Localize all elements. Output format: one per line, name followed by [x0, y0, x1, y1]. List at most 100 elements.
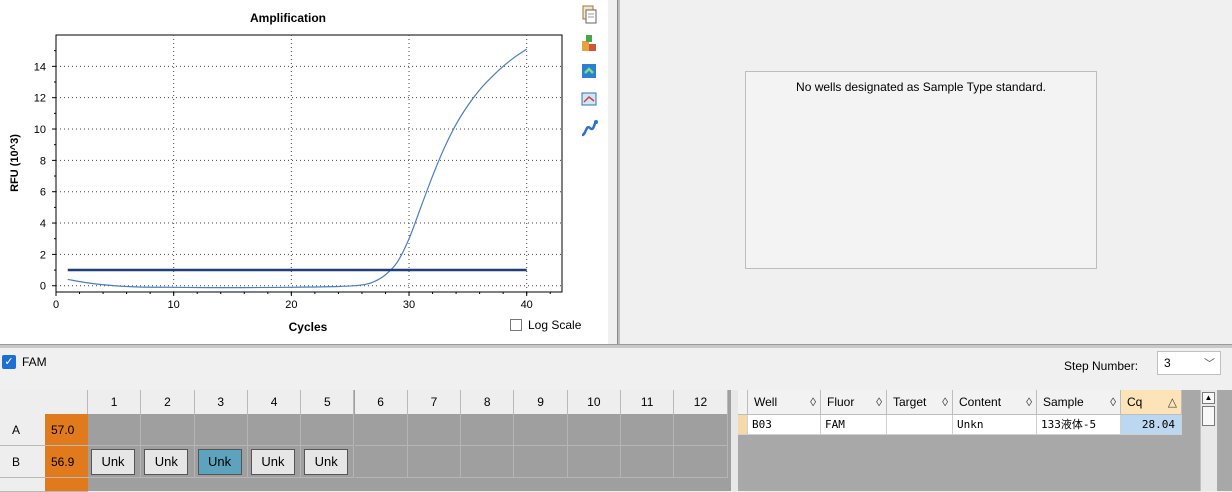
copy-icon[interactable] [578, 4, 600, 26]
column-header-target[interactable]: Target ◊ [887, 390, 953, 415]
plate-row-header[interactable]: A [0, 414, 45, 446]
plate-well-cell[interactable] [621, 414, 675, 446]
well-b4[interactable]: Unk [250, 449, 295, 475]
plate-column-header[interactable]: 7 [407, 390, 462, 414]
column-header-label: Cq [1127, 395, 1143, 409]
y-axis-label: RFU (10^3) [9, 134, 21, 192]
well-b3[interactable]: Unk [197, 449, 242, 475]
cell-content[interactable]: Unkn [953, 415, 1037, 435]
row-indicator[interactable] [738, 415, 748, 435]
plate-well-cell[interactable] [407, 446, 462, 478]
standard-curve-message: No wells designated as Sample Type stand… [796, 80, 1046, 94]
plate-well-cell[interactable]: Unk [247, 446, 302, 478]
column-header-fluor[interactable]: Fluor ◊ [821, 390, 887, 415]
plate-column-header[interactable]: 3 [194, 390, 248, 414]
plate-column-header[interactable]: 2 [141, 390, 195, 414]
column-header-sample[interactable]: Sample ◊ [1037, 390, 1121, 415]
well-b2[interactable]: Unk [144, 449, 189, 475]
sort-icon[interactable]: △ [1168, 390, 1177, 415]
amplification-chart-panel: Amplification 0 10 20 30 40 0 2 4 6 8 10 12 14 Cycle… [0, 0, 608, 344]
column-header-well[interactable]: Well ◊ [748, 390, 821, 415]
row-temperature [45, 478, 88, 492]
plate-column-header[interactable]: 5 [301, 390, 355, 414]
column-header-cq[interactable]: Cq △ [1121, 390, 1182, 415]
sort-icon[interactable]: ◊ [1110, 390, 1116, 415]
y-tick-label: 6 [40, 187, 46, 199]
plate-well-cell[interactable] [354, 414, 408, 446]
column-header-label: Fluor [827, 395, 855, 409]
column-header-content[interactable]: Content ◊ [953, 390, 1037, 415]
plate-table-splitter[interactable] [730, 390, 738, 491]
plate-well-cell[interactable] [247, 414, 302, 446]
sort-icon[interactable]: ◊ [1026, 390, 1032, 415]
plate-column-header[interactable]: 12 [674, 390, 728, 414]
plate-well-cell[interactable]: Unk [141, 446, 195, 478]
plate-column-header[interactable]: 1 [88, 390, 142, 414]
plate-column-header[interactable]: 10 [567, 390, 621, 414]
plate-corner-header [0, 390, 88, 414]
x-tick-label: 30 [403, 299, 415, 311]
log-scale-toggle[interactable]: Log Scale [510, 318, 581, 332]
x-tick-label: 0 [53, 299, 59, 311]
plate-well-cell[interactable]: Unk [194, 446, 248, 478]
plate-well-cell[interactable] [141, 414, 195, 446]
scroll-up-icon[interactable]: ▲ [1202, 392, 1215, 404]
cell-sample[interactable]: 133液体-5 [1037, 415, 1121, 435]
y-tick-label: 8 [40, 155, 46, 167]
scroll-thumb[interactable] [1202, 406, 1215, 426]
plate-row-header[interactable] [0, 478, 45, 492]
well-b1[interactable]: Unk [91, 449, 135, 475]
refresh-icon[interactable] [578, 60, 600, 82]
cell-well[interactable]: B03 [748, 415, 821, 435]
y-tick-label: 12 [34, 93, 46, 105]
fam-checkbox[interactable]: ✓ [2, 355, 16, 369]
plate-well-cell[interactable] [621, 446, 675, 478]
cell-cq[interactable]: 28.04 [1121, 415, 1182, 435]
plate-column-header[interactable]: 6 [354, 390, 408, 414]
sort-icon[interactable]: ◊ [942, 390, 948, 415]
row-temperature: 56.9 [45, 446, 88, 478]
sort-icon[interactable]: ◊ [810, 390, 816, 415]
results-scrollbar[interactable]: ▲ [1200, 390, 1217, 491]
plate-well-cell[interactable] [514, 446, 568, 478]
plate-well-cell[interactable] [567, 446, 621, 478]
zoom-icon[interactable] [578, 88, 600, 110]
plot-area [55, 34, 563, 293]
plate-row-header[interactable]: B [0, 446, 45, 478]
step-number-select[interactable]: 3 ﹀ [1157, 351, 1221, 375]
horizontal-splitter[interactable] [0, 344, 1232, 348]
plate-column-header[interactable]: 11 [621, 390, 675, 414]
plate-well-cell[interactable] [674, 414, 728, 446]
plate-well-cell[interactable] [88, 414, 142, 446]
column-header-label: Content [959, 395, 1002, 409]
results-table: Well ◊ Fluor ◊ Target ◊ Content ◊ Sample ◊ Cq △ B03… [738, 390, 1232, 491]
x-axis-label: Cycles [289, 320, 328, 334]
plate-well-cell[interactable] [194, 414, 248, 446]
y-tick-label: 0 [40, 281, 46, 293]
plate-well-cell[interactable]: Unk [301, 446, 355, 478]
step-number-value: 3 [1164, 356, 1171, 370]
well-b5[interactable]: Unk [304, 449, 349, 475]
plate-column-header[interactable]: 9 [514, 390, 568, 414]
export-icon[interactable] [578, 32, 600, 54]
plate-well-cell[interactable] [461, 414, 515, 446]
plate-well-cell[interactable] [354, 446, 408, 478]
sort-icon[interactable]: ◊ [876, 390, 882, 415]
plate-well-cell[interactable]: Unk [88, 446, 142, 478]
plate-column-header[interactable]: 4 [247, 390, 302, 414]
log-scale-checkbox[interactable] [510, 319, 522, 331]
chart-title: Amplification [250, 11, 326, 25]
plate-column-header[interactable]: 8 [461, 390, 515, 414]
curve-icon[interactable] [578, 118, 600, 140]
plate-well-cell[interactable] [674, 446, 728, 478]
x-tick-label: 40 [521, 299, 533, 311]
plate-well-cell[interactable] [461, 446, 515, 478]
plate-well-cell[interactable] [514, 414, 568, 446]
column-header-label: Target [893, 395, 927, 409]
cell-fluor[interactable]: FAM [821, 415, 887, 435]
plate-well-cell[interactable] [407, 414, 462, 446]
plate-well-cell[interactable] [567, 414, 621, 446]
plate-well-cell[interactable] [301, 414, 355, 446]
cell-target[interactable] [887, 415, 953, 435]
row-temperature: 57.0 [45, 414, 88, 446]
